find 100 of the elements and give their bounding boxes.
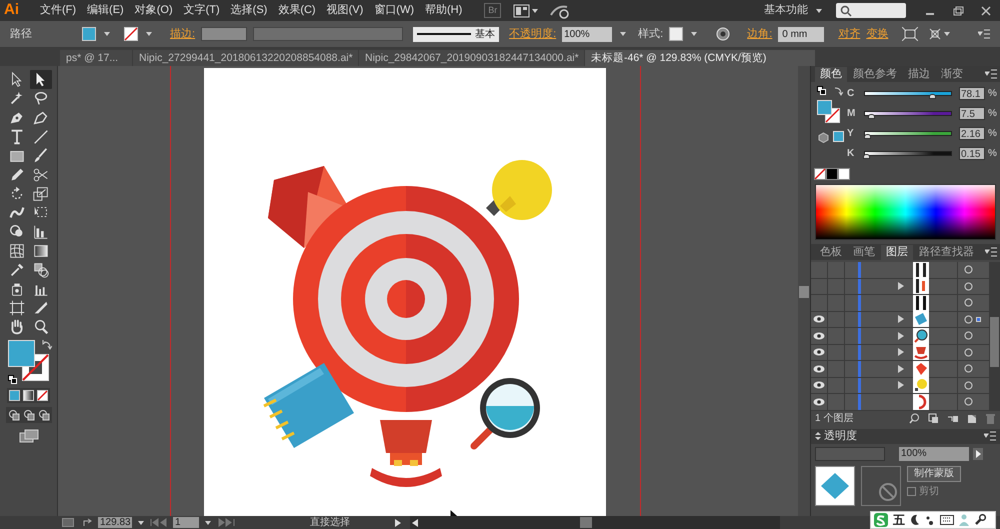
menu-item[interactable]: 文件(F) <box>40 2 76 19</box>
slider-thumb[interactable] <box>864 134 871 138</box>
panel-tab[interactable]: 色板 <box>815 245 847 260</box>
eye-icon[interactable] <box>813 332 825 340</box>
menu-item[interactable]: 帮助(H) <box>425 2 462 19</box>
menu-item[interactable]: 窗口(W) <box>374 2 414 19</box>
none-mode-button[interactable] <box>37 390 48 401</box>
panel-menu-icon[interactable] <box>978 29 990 39</box>
default-colors-icon[interactable] <box>817 86 826 95</box>
color-swatch[interactable] <box>826 168 838 180</box>
scrollbar-thumb[interactable] <box>799 286 809 298</box>
scrollbar-thumb[interactable] <box>990 317 999 367</box>
caret-right-icon[interactable] <box>973 448 983 460</box>
make-mask-button[interactable]: 制作蒙版 <box>907 466 961 482</box>
input-method-logo-icon[interactable] <box>874 513 888 527</box>
slider-thumb[interactable] <box>863 154 870 158</box>
empty-mask-thumbnail[interactable] <box>861 466 901 506</box>
eye-icon[interactable] <box>813 348 825 356</box>
sort-arrows-icon[interactable] <box>815 432 821 440</box>
new-layer-icon[interactable] <box>966 413 977 424</box>
direct-selection-arrow-tool[interactable] <box>30 70 52 89</box>
channel-value-field[interactable]: 78.1 <box>959 86 985 100</box>
horizontal-scrollbar[interactable] <box>410 516 780 529</box>
channel-value-field[interactable]: 0.15 <box>959 146 985 160</box>
opacity-label[interactable]: 不透明度: <box>509 26 556 42</box>
fill-swatch[interactable] <box>82 27 96 41</box>
channel-value-field[interactable]: 7.5 <box>959 106 985 120</box>
select-similar-icon[interactable] <box>902 27 918 41</box>
document-tab[interactable]: 未标题-46* @ 129.83% (CMYK/预览) <box>585 50 815 66</box>
panel-tab[interactable]: 路径查找器 <box>914 245 979 260</box>
document-tab[interactable]: ps* @ 17... <box>60 50 132 66</box>
target-circle-icon[interactable] <box>964 331 973 340</box>
color-swatch[interactable] <box>838 168 850 180</box>
layer-row[interactable] <box>811 295 989 312</box>
opacity-field[interactable]: 100% <box>899 446 969 460</box>
layers-scrollbar[interactable] <box>989 262 1000 410</box>
eye-icon[interactable] <box>813 315 825 324</box>
stroke-label[interactable]: 描边: <box>170 26 196 42</box>
wrench-icon[interactable] <box>974 514 986 526</box>
checkbox[interactable] <box>907 486 916 496</box>
fill-color-swatch[interactable] <box>817 100 832 115</box>
fill-color-swatch[interactable] <box>8 340 34 367</box>
status-menu-icon[interactable] <box>395 518 401 526</box>
document-tab[interactable]: Nipic_29842067_20190903182447134000.ai* <box>359 50 584 66</box>
panel-tab[interactable]: 颜色参考 <box>848 67 902 82</box>
new-sublayer-icon[interactable] <box>947 413 958 424</box>
target-circle-icon[interactable] <box>964 364 973 374</box>
draw-normal-icon[interactable] <box>8 409 20 421</box>
target-circle-icon[interactable] <box>964 265 973 274</box>
layout-icon[interactable] <box>513 4 540 18</box>
channel-value-field[interactable]: 2.16 <box>959 126 985 140</box>
target-circle-icon[interactable] <box>964 380 973 390</box>
target-circle-icon[interactable] <box>964 348 973 357</box>
menu-item[interactable]: 文字(T) <box>184 2 220 19</box>
menu-item[interactable]: 视图(V) <box>326 2 364 19</box>
slider-thumb[interactable] <box>868 114 876 118</box>
expand-arrow-icon[interactable] <box>898 381 904 390</box>
color-spectrum[interactable] <box>815 184 996 240</box>
clipping-mask-icon[interactable] <box>928 413 939 424</box>
layer-row[interactable] <box>811 344 989 361</box>
layer-row[interactable] <box>811 278 989 295</box>
zoom-field[interactable]: 129.83 <box>98 517 132 528</box>
expand-arrow-icon[interactable] <box>898 332 904 340</box>
opacity-field[interactable]: 100% <box>562 26 612 42</box>
graphic-style-swatch[interactable] <box>669 27 684 41</box>
eye-icon[interactable] <box>813 381 825 390</box>
bridge-button[interactable]: Br <box>484 3 502 18</box>
expand-arrow-icon[interactable] <box>898 364 904 373</box>
sync-icon[interactable] <box>549 2 572 18</box>
stroke-weight-field[interactable] <box>201 27 248 41</box>
eye-icon[interactable] <box>813 364 825 373</box>
eye-icon[interactable] <box>813 398 825 406</box>
none-swatch[interactable] <box>814 168 826 180</box>
layer-row[interactable] <box>811 361 989 378</box>
swap-icon[interactable] <box>42 340 52 350</box>
share-icon[interactable] <box>83 518 93 527</box>
expand-arrow-icon[interactable] <box>898 282 904 290</box>
first-previous-icon[interactable] <box>150 518 168 527</box>
draw-behind-icon[interactable] <box>22 409 34 421</box>
layer-row[interactable] <box>811 394 989 410</box>
panel-tab[interactable]: 渐变 <box>936 67 968 82</box>
workspace-switcher[interactable]: 基本功能 <box>764 2 808 19</box>
ime-toolbar[interactable]: 五 <box>870 511 996 529</box>
punctuation-icon[interactable] <box>925 514 935 526</box>
recolor-icon[interactable] <box>715 26 732 42</box>
moon-icon[interactable] <box>910 514 920 526</box>
document-tab[interactable]: Nipic_27299441_20180613220208854088.ai* <box>133 50 358 66</box>
gradient-mode-button[interactable] <box>23 390 34 401</box>
color-mode-button[interactable] <box>9 390 20 401</box>
expand-arrow-icon[interactable] <box>898 348 904 356</box>
target-circle-icon[interactable] <box>964 314 973 324</box>
menu-item[interactable]: 对象(O) <box>134 2 173 19</box>
default-colors-icon[interactable] <box>8 375 16 384</box>
menu-item[interactable]: 选择(S) <box>230 2 268 19</box>
input-mode-label[interactable]: 五 <box>893 511 905 529</box>
menu-item[interactable]: 编辑(E) <box>87 2 124 19</box>
panel-tab[interactable]: 画笔 <box>848 245 880 260</box>
scrollbar-thumb[interactable] <box>580 517 592 528</box>
layer-row[interactable] <box>811 378 989 394</box>
align-link[interactable]: 对齐 <box>838 26 860 42</box>
